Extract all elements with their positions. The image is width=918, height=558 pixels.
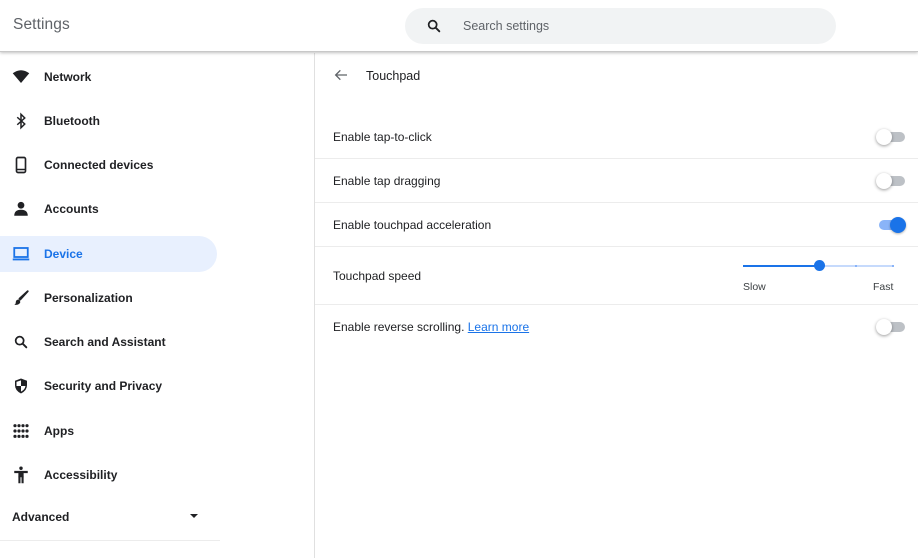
sidebar-item-label: Device [44,247,83,261]
slider-tick [780,265,783,267]
touchpad-speed-slider[interactable] [743,259,894,273]
sidebar-item-search-assistant[interactable]: Search and Assistant [0,324,217,360]
slider-thumb[interactable] [813,260,825,271]
top-bar: Settings [0,0,918,52]
sidebar-item-label: Network [44,70,92,84]
sidebar-item-label: Accounts [44,202,99,216]
laptop-icon [12,245,30,263]
sidebar-item-label: Bluetooth [44,114,100,128]
setting-row-tap-dragging: Enable tap dragging [315,159,918,203]
arrow-back-icon [333,67,349,88]
sidebar-item-label: Personalization [44,291,133,305]
phone-icon [12,156,30,174]
caret-down-icon [190,514,198,518]
advanced-section-toggle[interactable]: Advanced [0,502,217,532]
sidebar-item-label: Apps [44,424,74,438]
setting-row-touchpad-acceleration: Enable touchpad acceleration [315,203,918,247]
bluetooth-icon [12,112,30,130]
setting-label: Touchpad speed [333,269,422,283]
sidebar-item-personalization[interactable]: Personalization [0,280,217,316]
shield-icon [12,377,30,395]
setting-label: Enable reverse scrolling. Learn more [333,320,529,334]
search-icon [425,17,443,35]
touchpad-acceleration-toggle[interactable] [876,217,906,233]
sidebar-item-apps[interactable]: Apps [0,413,217,449]
setting-label: Enable tap-to-click [333,130,432,144]
search-box[interactable] [405,8,836,44]
sidebar-item-network[interactable]: Network [0,59,217,95]
sidebar-item-device[interactable]: Device [0,236,217,272]
page-title: Touchpad [366,69,421,83]
sidebar-item-label: Accessibility [44,468,118,482]
slider-tick [743,265,745,267]
tap-dragging-toggle[interactable] [876,173,906,189]
slider-tick [892,265,894,267]
search-icon [12,333,30,351]
sidebar-item-label: Connected devices [44,158,154,172]
sidebar-item-bluetooth[interactable]: Bluetooth [0,103,217,139]
setting-label: Enable touchpad acceleration [333,218,492,232]
reverse-scrolling-toggle[interactable] [876,319,906,335]
sidebar: Network Bluetooth Connected devices Acco… [0,53,314,558]
slider-max-label: Fast [873,281,894,293]
sidebar-item-connected-devices[interactable]: Connected devices [0,147,217,183]
setting-row-reverse-scrolling: Enable reverse scrolling. Learn more [315,305,918,349]
touchpad-page: Touchpad Enable tap-to-click Enable tap … [315,53,918,558]
slider-min-label: Slow [743,281,766,293]
accessibility-icon [12,466,30,484]
learn-more-link[interactable]: Learn more [468,320,529,334]
sidebar-item-label: Search and Assistant [44,335,166,349]
sidebar-item-accounts[interactable]: Accounts [0,191,217,227]
search-input[interactable] [463,19,803,33]
brush-icon [12,289,30,307]
setting-label: Enable tap dragging [333,174,441,188]
sidebar-item-label: Security and Privacy [44,379,163,393]
tap-to-click-toggle[interactable] [876,129,906,145]
sidebar-divider [0,540,220,541]
reverse-scrolling-label: Enable reverse scrolling. [333,320,465,334]
sidebar-item-accessibility[interactable]: Accessibility [0,457,217,493]
back-button[interactable] [331,67,351,87]
advanced-label: Advanced [12,510,70,524]
setting-row-tap-to-click: Enable tap-to-click [315,115,918,159]
wifi-icon [12,68,30,86]
app-title: Settings [13,16,70,33]
apps-grid-icon [12,422,30,440]
setting-row-touchpad-speed: Touchpad speed Slow Fast [315,247,918,305]
person-icon [12,200,30,218]
sidebar-item-security-privacy[interactable]: Security and Privacy [0,368,217,404]
slider-tick [854,265,857,267]
